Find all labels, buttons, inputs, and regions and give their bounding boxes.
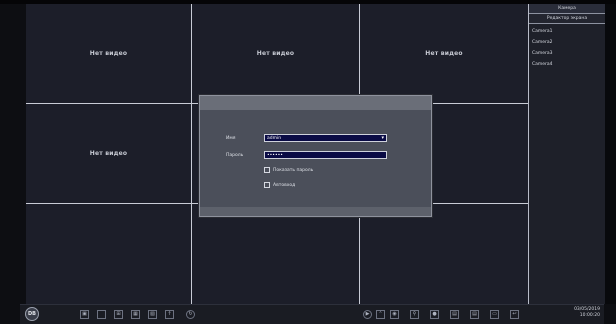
show-password-checkbox[interactable] — [264, 167, 270, 173]
dialog-footer — [200, 207, 431, 216]
no-video-label: Нет видео — [89, 50, 128, 57]
search-icon[interactable]: ⚲ — [410, 310, 419, 319]
backup-icon[interactable]: ▭ — [490, 310, 499, 319]
camera-tile-1[interactable]: Нет видео — [26, 4, 192, 104]
camera-tile-3[interactable]: Нет видео — [360, 4, 528, 104]
layout-4-icon[interactable]: ⊞ — [114, 310, 123, 319]
side-panel: Камера Редактор экрана Camera1 Camera2 C… — [528, 4, 616, 304]
clock-time: 10:00:20 — [579, 313, 600, 318]
layout-16-icon[interactable]: ▧ — [148, 310, 157, 319]
camera-tile-4[interactable]: Нет видео — [26, 104, 192, 204]
layout-1-icon[interactable] — [97, 310, 106, 319]
ptz-icon[interactable]: ⌃ — [376, 310, 385, 319]
camera-icon[interactable]: ◉ — [390, 310, 399, 319]
no-video-label: Нет видео — [425, 50, 463, 57]
play-icon[interactable]: ▶ — [363, 310, 372, 319]
record-icon[interactable]: ● — [430, 310, 439, 319]
tab-screen-editor[interactable]: Редактор экрана — [529, 14, 605, 24]
screen-bezel-right — [605, 4, 616, 304]
camera-tile-9[interactable] — [360, 204, 528, 304]
password-label: Пароль — [226, 153, 244, 158]
bottom-toolbar: DB ▣ ⊞ ▦ ▧ ↑ ↻ ▶ ⌃ ◉ ⚲ ● ▤ ▤ ▭ ↩ 03/05/2… — [20, 304, 604, 324]
network-icon[interactable]: ▤ — [450, 310, 459, 319]
refresh-icon[interactable]: ↻ — [186, 310, 195, 319]
no-video-label: Нет видео — [256, 50, 295, 57]
layout-9-icon[interactable]: ▦ — [131, 310, 140, 319]
user-label: Имя — [226, 136, 236, 141]
sequence-icon[interactable]: ↑ — [165, 310, 174, 319]
user-select-value: admin — [267, 136, 282, 141]
password-field[interactable]: •••••• — [264, 151, 387, 159]
password-value: •••••• — [267, 153, 283, 158]
camera-tile-7[interactable] — [26, 204, 192, 304]
camera-list-item[interactable]: Camera1 — [529, 26, 605, 37]
camera-list-item[interactable]: Camera3 — [529, 48, 605, 59]
dialog-title-bar[interactable] — [200, 96, 431, 110]
disk-icon[interactable]: ▤ — [470, 310, 479, 319]
camera-tile-8[interactable] — [192, 204, 360, 304]
camera-tile-2[interactable]: Нет видео — [192, 4, 360, 104]
camera-list: Camera1 Camera2 Camera3 Camera4 — [529, 24, 605, 70]
login-dialog: Имя admin ▾ Пароль •••••• Показать парол… — [199, 95, 432, 217]
no-video-label: Нет видео — [89, 150, 128, 157]
chevron-down-icon[interactable]: ▾ — [381, 135, 384, 142]
autologin-checkbox[interactable] — [264, 182, 270, 188]
tab-camera[interactable]: Камера — [529, 4, 605, 14]
logout-icon[interactable]: ↩ — [510, 310, 519, 319]
split-icon[interactable]: ▣ — [80, 310, 89, 319]
user-select[interactable]: admin ▾ — [264, 134, 387, 142]
start-menu-logo[interactable]: DB — [25, 307, 39, 321]
clock: 03/05/2019 10:00:20 — [574, 307, 600, 319]
autologin-label: Автовход — [273, 183, 296, 188]
show-password-label: Показать пароль — [273, 168, 314, 173]
camera-list-item[interactable]: Camera2 — [529, 37, 605, 48]
camera-list-item[interactable]: Camera4 — [529, 59, 605, 70]
